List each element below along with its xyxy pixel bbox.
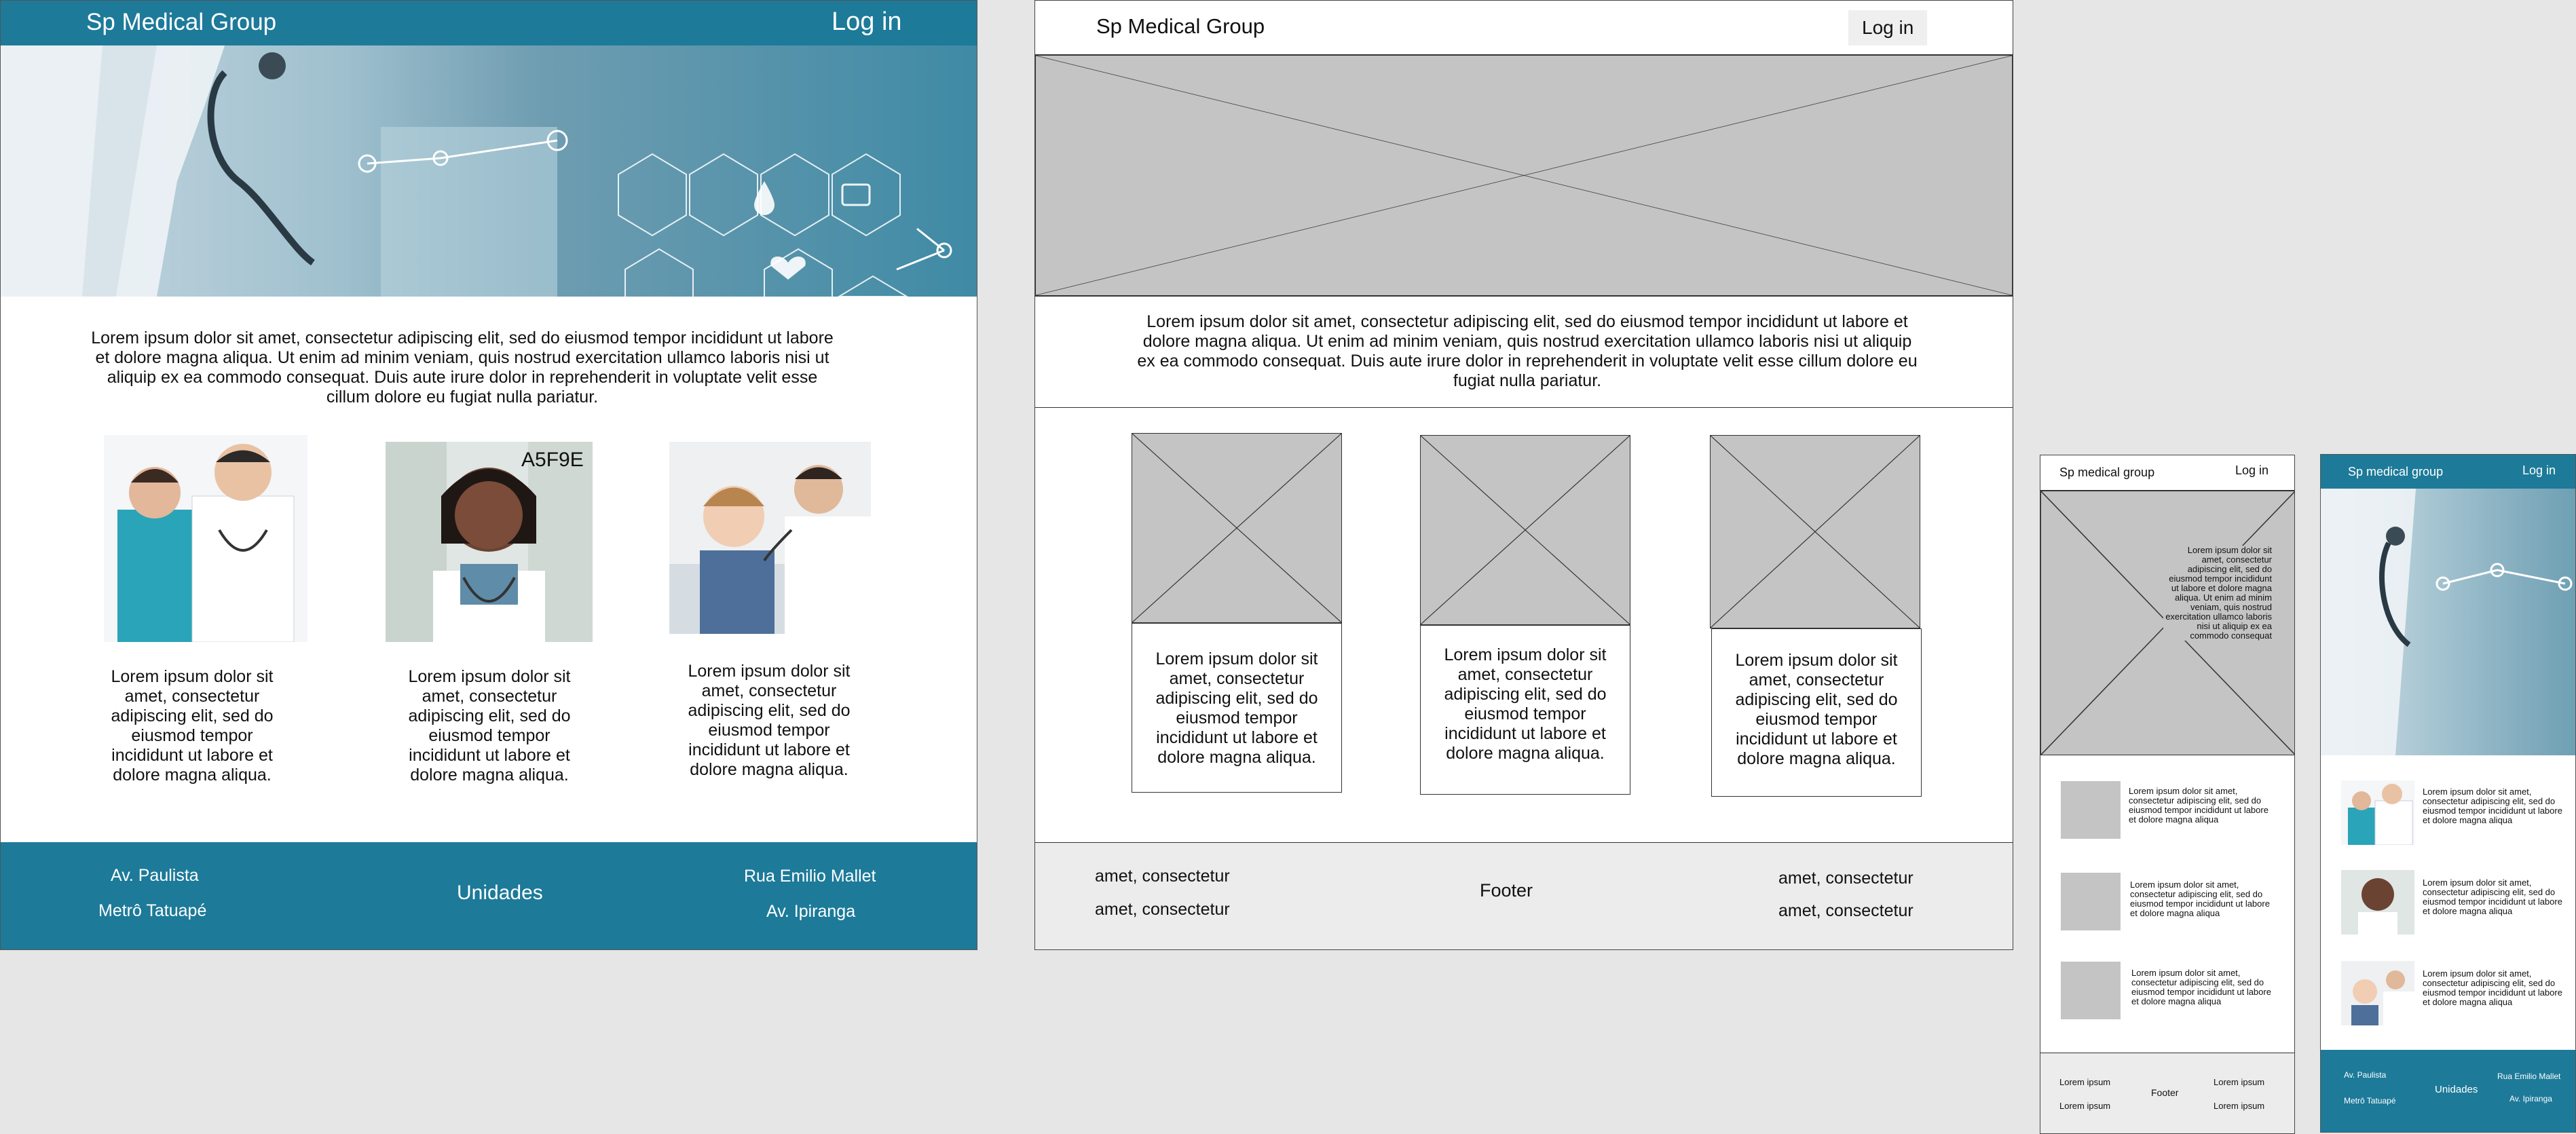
mw-footer-right-2[interactable]: Lorem ipsum xyxy=(2214,1101,2264,1111)
pediatric-checkup-photo xyxy=(669,442,871,634)
mh-footer-left-1[interactable]: Av. Paulista xyxy=(2344,1070,2386,1080)
login-link[interactable]: Log in xyxy=(832,7,902,37)
wire-login-button[interactable]: Log in xyxy=(1848,10,1928,45)
mh-footer-right-2[interactable]: Av. Ipiranga xyxy=(2509,1094,2552,1103)
mh-brand[interactable]: Sp medical group xyxy=(2348,465,2443,479)
mw-thumb-2 xyxy=(2061,873,2121,930)
wire-footer: amet, consectetur amet, consectetur Foot… xyxy=(1035,842,2013,949)
footer-bar: Av. Paulista Metrô Tatuapé Unidades Rua … xyxy=(1,842,977,949)
mh-login[interactable]: Log in xyxy=(2522,464,2556,478)
mw-hero-placeholder: Lorem ipsum dolor sit amet, consectetur … xyxy=(2040,491,2294,755)
footer-center[interactable]: Unidades xyxy=(457,882,543,905)
mh-item-text-2: Lorem ipsum dolor sit amet, consectetur … xyxy=(2423,877,2562,916)
wire-card-image-3 xyxy=(1710,435,1920,628)
mw-header: Sp medical group Log in xyxy=(2040,455,2294,491)
doctors-team-photo xyxy=(104,435,307,643)
footer-left-1[interactable]: Av. Paulista xyxy=(111,866,199,886)
wire-footer-right-2[interactable]: amet, consectetur xyxy=(1778,901,1914,921)
mh-thumb-3 xyxy=(2341,961,2414,1025)
wire-footer-center[interactable]: Footer xyxy=(1480,880,1533,901)
mh-footer-right-1[interactable]: Rua Emilio Mallet xyxy=(2497,1072,2560,1081)
card-text-1: Lorem ipsum dolor sit amet, consectetur … xyxy=(111,667,274,785)
wire-card-image-1 xyxy=(1132,433,1342,623)
mh-footer: Av. Paulista Metrô Tatuapé Unidades Rua … xyxy=(2321,1050,2575,1132)
female-doctor-photo: A5F9E xyxy=(386,442,593,642)
footer-right-1[interactable]: Rua Emilio Mallet xyxy=(744,867,876,886)
overlay-code: A5F9E xyxy=(521,449,584,471)
mw-thumb-1 xyxy=(2061,781,2121,839)
card-text-2: Lorem ipsum dolor sit amet, consectetur … xyxy=(408,667,571,785)
wire-intro-text: Lorem ipsum dolor sit amet, consectetur … xyxy=(1137,312,1918,390)
wire-brand[interactable]: Sp Medical Group xyxy=(1096,14,1265,39)
mh-thumb-1 xyxy=(2341,780,2414,846)
mw-item-text-3: Lorem ipsum dolor sit amet, consectetur … xyxy=(2131,968,2271,1006)
mw-footer-center[interactable]: Footer xyxy=(2151,1087,2178,1098)
intro-paragraph: Lorem ipsum dolor sit amet, consectetur … xyxy=(91,328,834,407)
mobile-hifi-frame: Sp medical group Log in Lorem ipsum dolo… xyxy=(2320,454,2576,1133)
wire-intro-box: Lorem ipsum dolor sit amet, consectetur … xyxy=(1035,296,2013,408)
wire-hero-placeholder xyxy=(1035,55,2013,296)
mh-header: Sp medical group Log in xyxy=(2321,455,2575,489)
mh-thumb-2 xyxy=(2341,870,2414,934)
desktop-hifi-frame: Sp Medical Group Log in Lorem ipsum dolo… xyxy=(0,0,977,950)
footer-right-2[interactable]: Av. Ipiranga xyxy=(766,902,855,922)
wire-card-text-3: Lorem ipsum dolor sit amet, consectetur … xyxy=(1735,651,1898,768)
mh-item-text-3: Lorem ipsum dolor sit amet, consectetur … xyxy=(2423,968,2562,1007)
mh-footer-center[interactable]: Unidades xyxy=(2435,1084,2478,1095)
wire-card-text-1: Lorem ipsum dolor sit amet, consectetur … xyxy=(1155,649,1318,767)
mw-item-text-2: Lorem ipsum dolor sit amet, consectetur … xyxy=(2130,880,2270,918)
footer-left-2[interactable]: Metrô Tatuapé xyxy=(98,901,206,921)
desktop-wireframe-frame: Sp Medical Group Log in Lorem ipsum dolo… xyxy=(1034,0,2013,950)
mw-footer-right-1[interactable]: Lorem ipsum xyxy=(2214,1077,2264,1087)
mw-footer-left-2[interactable]: Lorem ipsum xyxy=(2059,1101,2110,1111)
wire-card-image-2 xyxy=(1420,435,1630,625)
brand-name[interactable]: Sp Medical Group xyxy=(86,9,276,36)
mw-hero-text: Lorem ipsum dolor sit amet, consectetur … xyxy=(2163,546,2272,641)
card-text-3: Lorem ipsum dolor sit amet, consectetur … xyxy=(688,662,851,779)
header-bar: Sp Medical Group Log in xyxy=(1,1,977,45)
mh-hero-image xyxy=(2321,489,2575,755)
mw-login[interactable]: Log in xyxy=(2235,464,2269,478)
wire-card-text-2: Lorem ipsum dolor sit amet, consectetur … xyxy=(1444,645,1607,763)
mobile-wireframe-frame: Sp medical group Log in Lorem ipsum dolo… xyxy=(2040,455,2295,1134)
wire-footer-left-1[interactable]: amet, consectetur xyxy=(1095,867,1230,886)
wire-footer-right-1[interactable]: amet, consectetur xyxy=(1778,869,1914,888)
mw-item-text-1: Lorem ipsum dolor sit amet, consectetur … xyxy=(2129,786,2269,825)
mw-footer: Lorem ipsum Lorem ipsum Footer Lorem ips… xyxy=(2040,1053,2294,1133)
mw-footer-left-1[interactable]: Lorem ipsum xyxy=(2059,1077,2110,1087)
wire-header: Sp Medical Group Log in xyxy=(1035,1,2013,55)
mh-item-text-1: Lorem ipsum dolor sit amet, consectetur … xyxy=(2423,787,2562,825)
wire-footer-left-2[interactable]: amet, consectetur xyxy=(1095,900,1230,920)
hero-medical-image xyxy=(1,45,977,297)
mw-brand[interactable]: Sp medical group xyxy=(2059,466,2154,480)
mh-footer-left-2[interactable]: Metrô Tatuapé xyxy=(2344,1096,2396,1105)
mw-thumb-3 xyxy=(2061,962,2121,1019)
